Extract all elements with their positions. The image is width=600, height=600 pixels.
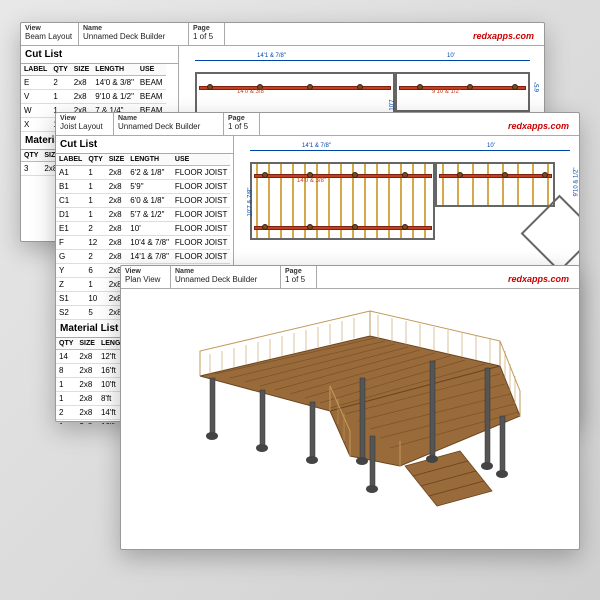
name-value: Unnamed Deck Builder — [83, 32, 184, 41]
page-plan-view: ViewPlan View NameUnnamed Deck Builder P… — [120, 265, 580, 550]
deck-3d-render — [160, 306, 540, 546]
dim-text: 6'5" — [535, 82, 541, 92]
header: ViewBeam Layout NameUnnamed Deck Builder… — [21, 23, 544, 46]
render-area — [121, 289, 579, 552]
table-row: G22x814'1 & 7/8"FLOOR JOIST — [56, 250, 230, 264]
table-row: C112x86'0 & 1/8"FLOOR JOIST — [56, 194, 230, 208]
page-label: Page — [193, 25, 220, 32]
dim-text: 10' — [447, 53, 455, 59]
table-row: F122x810'4 & 7/8"FLOOR JOIST — [56, 236, 230, 250]
dim-text: 14'0 & 3/8" — [237, 89, 266, 95]
dim-text: 9'10 & 1/2" — [432, 89, 461, 95]
table-row: E22x814'0 & 3/8"BEAM — [21, 76, 166, 90]
table-row: E122x810'FLOOR JOIST — [56, 222, 230, 236]
brand-logo: redxapps.com — [229, 25, 540, 43]
dim-text: 14'1 & 7/8" — [257, 53, 286, 59]
header: ViewPlan View NameUnnamed Deck Builder P… — [121, 266, 579, 289]
cut-list-title: Cut List — [21, 46, 178, 64]
table-row: V12x89'10 & 1/2"BEAM — [21, 90, 166, 104]
table-row: B112x85'9"FLOOR JOIST — [56, 180, 230, 194]
table-row: A112x86'2 & 1/8"FLOOR JOIST — [56, 166, 230, 180]
header: ViewJoist Layout NameUnnamed Deck Builde… — [56, 113, 579, 136]
table-row: D112x85'7 & 1/2"FLOOR JOIST — [56, 208, 230, 222]
dim-text: 10'7 — [390, 99, 396, 110]
page-value: 1 of 5 — [193, 32, 220, 41]
view-value: Beam Layout — [25, 32, 74, 41]
name-label: Name — [83, 25, 184, 32]
view-label: View — [25, 25, 74, 32]
